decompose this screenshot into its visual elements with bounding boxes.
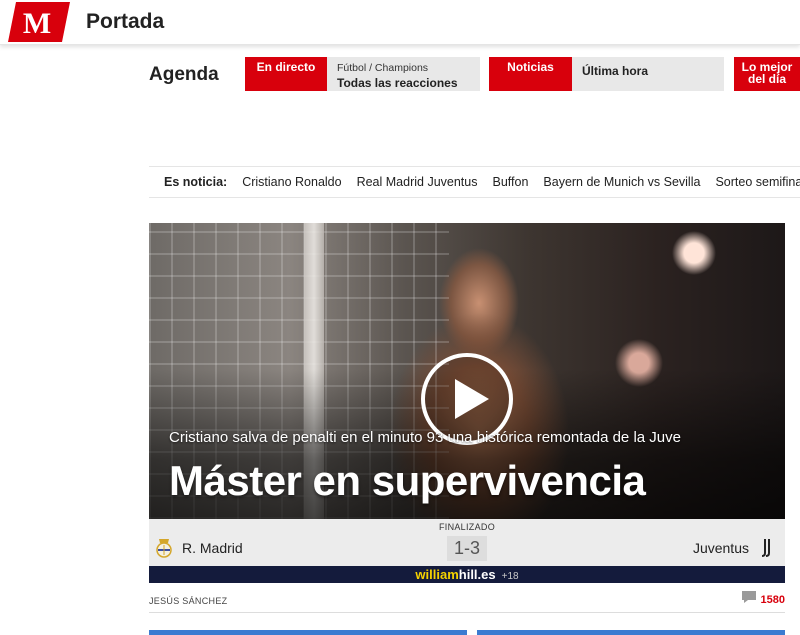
hero-headline[interactable]: Máster en supervivencia — [169, 457, 646, 505]
comment-icon — [741, 590, 757, 609]
agenda-sub: Fútbol / Champions — [337, 62, 429, 74]
trending-link[interactable]: Buffon — [492, 175, 528, 189]
sponsor-age: +18 — [501, 571, 519, 582]
next-article-preview[interactable] — [149, 630, 467, 635]
agenda-label: Agenda — [149, 64, 219, 85]
real-madrid-crest-icon — [154, 537, 174, 559]
home-team-name: R. Madrid — [182, 540, 243, 556]
comments-link[interactable]: 1580 — [741, 590, 785, 609]
marca-logo[interactable]: M — [8, 2, 70, 42]
sponsor-banner[interactable]: williamhill.es +18 — [149, 566, 785, 583]
agenda-card-live[interactable]: En directo Fútbol / Champions Todas las … — [245, 57, 480, 91]
agenda-text: Fútbol / Champions Todas las reacciones — [327, 57, 468, 91]
trending-link[interactable]: Cristiano Ronaldo — [242, 175, 341, 189]
agenda-tag: Lo mejor del día — [734, 57, 800, 91]
trending-link[interactable]: Sorteo semifinales — [715, 175, 800, 189]
match-status: FINALIZADO — [438, 522, 495, 532]
away-team-name: Juventus — [692, 540, 749, 556]
match-scoreboard[interactable]: FINALIZADO R. Madrid 1-3 Juventus — [149, 519, 785, 566]
page-title: Portada — [86, 10, 165, 33]
trending-link[interactable]: Bayern de Munich vs Sevilla — [543, 175, 700, 189]
agenda-card-news[interactable]: Noticias Última hora — [489, 57, 724, 91]
agenda-main: Todas las reacciones — [337, 76, 458, 90]
agenda-main: Última hora — [582, 64, 649, 78]
top-header: M Portada — [0, 0, 800, 45]
agenda-text: Última hora — [572, 57, 658, 91]
away-team[interactable]: Juventus — [693, 537, 777, 559]
article-author[interactable]: JESÚS SÁNCHEZ — [149, 596, 227, 606]
hero-subtitle[interactable]: Cristiano salva de penalti en el minuto … — [169, 429, 681, 446]
home-team[interactable]: R. Madrid — [154, 537, 243, 559]
agenda-tag: En directo — [245, 57, 327, 91]
match-result: 1-3 — [447, 536, 487, 561]
sponsor-brand: william — [415, 567, 459, 582]
agenda-card-best[interactable]: Lo mejor del día — [734, 57, 800, 91]
svg-text:M: M — [23, 7, 51, 40]
comments-count: 1580 — [760, 593, 785, 606]
hero-video[interactable]: Cristiano salva de penalti en el minuto … — [149, 223, 785, 519]
trending-link[interactable]: Real Madrid Juventus — [357, 175, 478, 189]
sponsor-tld: .es — [477, 567, 496, 582]
trending-label: Es noticia: — [164, 175, 228, 189]
agenda-tag: Noticias — [489, 57, 572, 91]
sponsor-brand-bold: hill — [458, 567, 478, 582]
juventus-crest-icon — [757, 537, 777, 559]
article-meta: JESÚS SÁNCHEZ 1580 — [149, 590, 785, 613]
next-article-preview[interactable] — [477, 630, 785, 635]
trending-bar: Es noticia: Cristiano Ronaldo Real Madri… — [149, 166, 800, 198]
